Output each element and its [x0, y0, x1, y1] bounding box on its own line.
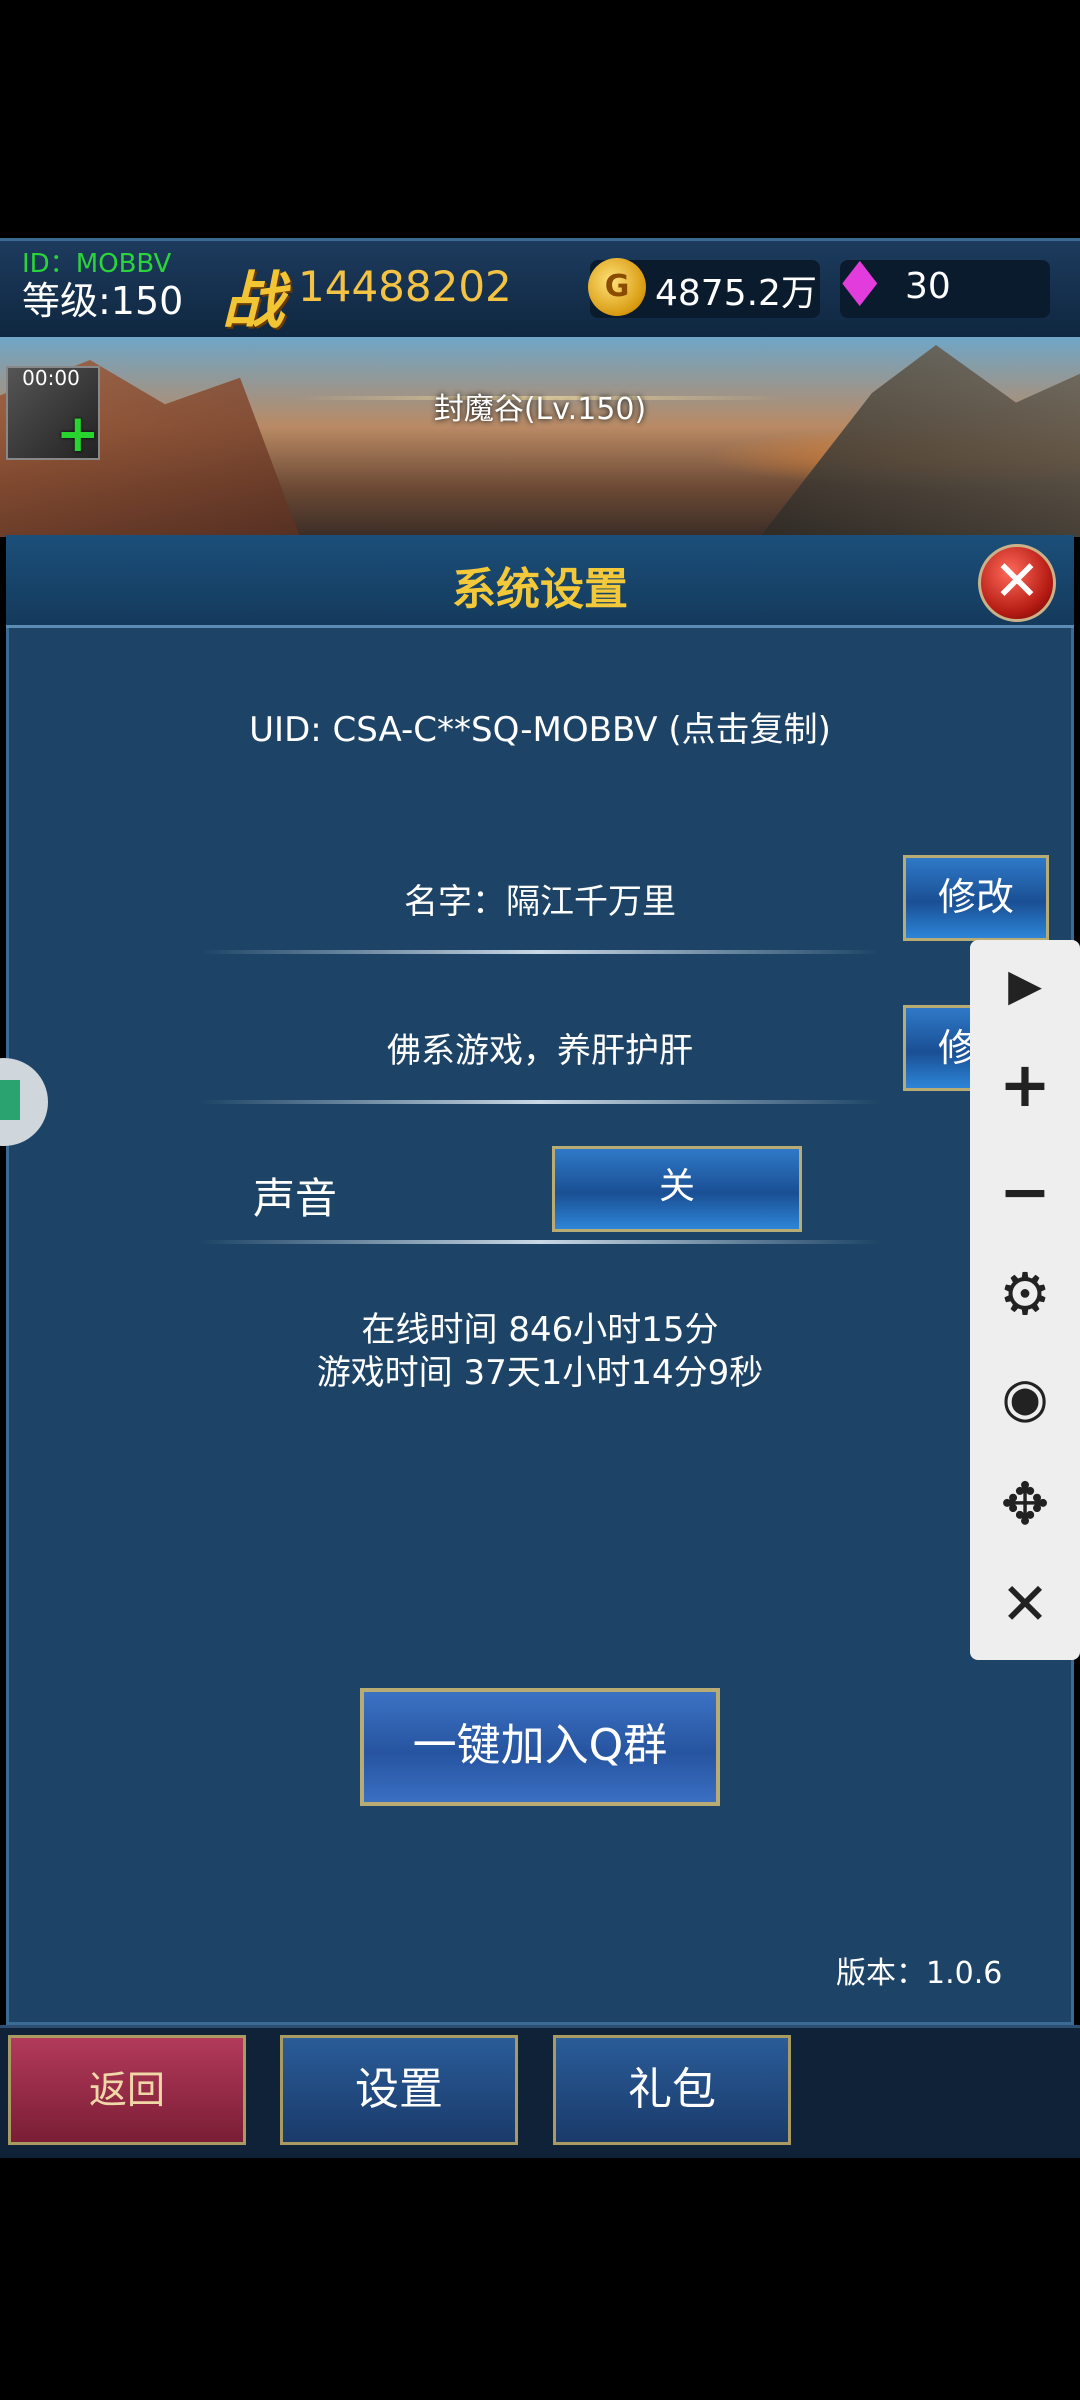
diamond-icon: ♦	[832, 248, 888, 321]
battle-power-value: 14488202	[298, 262, 512, 311]
close-icon[interactable]: ✕	[970, 1570, 1080, 1638]
divider	[200, 1240, 880, 1244]
back-button[interactable]: 返回	[8, 2035, 246, 2145]
gift-tab-button[interactable]: 礼包	[553, 2035, 791, 2145]
add-buff-icon[interactable]: +	[56, 408, 100, 460]
minus-icon[interactable]: −	[970, 1155, 1080, 1228]
sound-toggle-button[interactable]: 关	[552, 1146, 802, 1232]
play-icon[interactable]: ▶	[970, 960, 1080, 1011]
buff-timer: 00:00	[22, 366, 80, 390]
sound-label: 声音	[253, 1174, 338, 1223]
gold-amount: 4875.2万	[655, 273, 817, 314]
edit-name-button[interactable]: 修改	[903, 855, 1049, 941]
gear-icon[interactable]: ⚙	[970, 1260, 1080, 1328]
settings-tab-button[interactable]: 设置	[280, 2035, 518, 2145]
plus-icon[interactable]: +	[970, 1048, 1080, 1121]
version-text: 版本：1.0.6	[836, 1956, 1003, 1991]
play-time-text: 游戏时间 37天1小时14分9秒	[316, 1353, 764, 1393]
assistant-icon	[0, 1080, 20, 1120]
divider	[200, 1100, 880, 1104]
signature-label: 佛系游戏，养肝护肝	[387, 1031, 693, 1071]
divider	[200, 950, 880, 954]
close-icon[interactable]: ✕	[978, 544, 1056, 622]
gem-amount: 30	[905, 266, 951, 307]
name-label: 名字：隔江千万里	[404, 882, 676, 922]
player-level: 等级:150	[22, 279, 184, 323]
move-icon[interactable]: ✥	[970, 1470, 1080, 1538]
gold-coin-icon: G	[588, 258, 646, 316]
online-time-text: 在线时间 846小时15分	[361, 1310, 719, 1350]
dialog-title: 系统设置	[452, 564, 628, 615]
join-qq-group-button[interactable]: 一键加入Q群	[360, 1688, 720, 1806]
battle-power-icon: 战	[222, 264, 285, 337]
uid-copy-text[interactable]: UID: CSA-C**SQ-MOBBV (点击复制)	[0, 702, 1080, 751]
map-name: 封魔谷(Lv.150)	[433, 392, 647, 427]
eye-icon[interactable]: ◉	[970, 1366, 1080, 1429]
